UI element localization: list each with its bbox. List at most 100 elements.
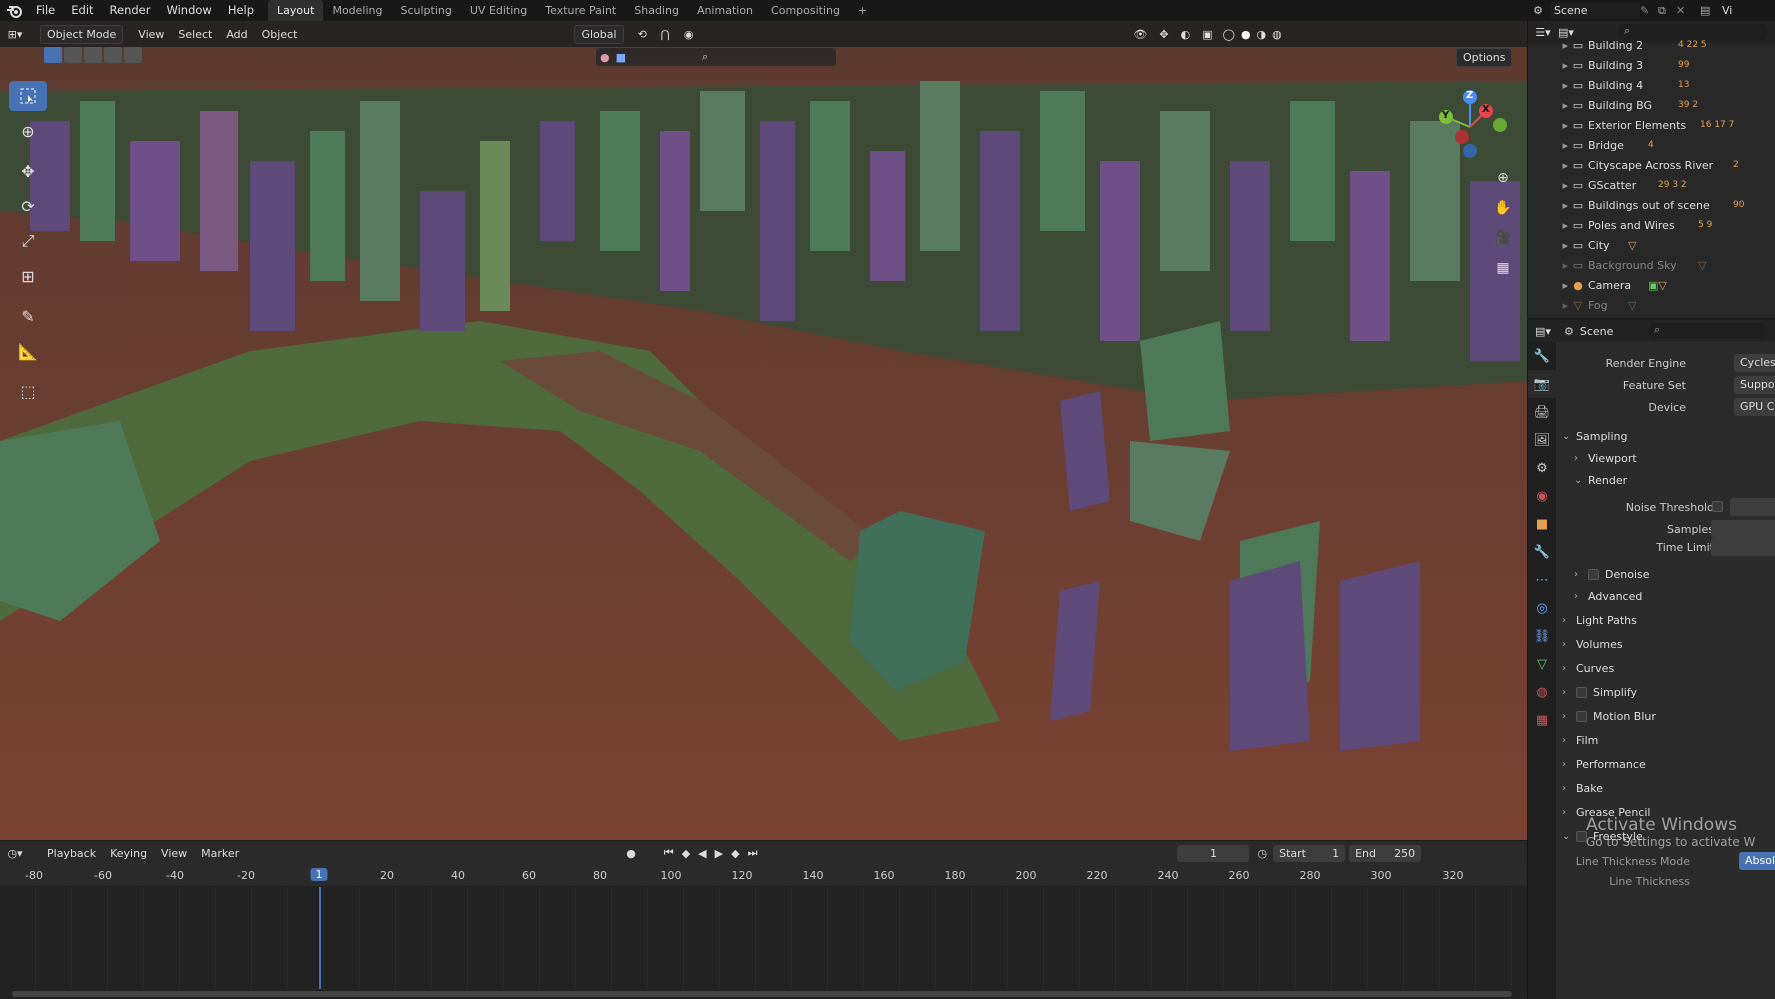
tool-scale-icon[interactable]: ⤢ <box>9 226 47 256</box>
motion-blur-panel-header[interactable]: › Motion Blur <box>1562 705 1771 727</box>
scene-icon[interactable]: ⚙ <box>1526 4 1550 17</box>
play-icon[interactable]: ▶ <box>715 847 723 860</box>
output-tab-icon[interactable]: 🖨 <box>1528 398 1556 426</box>
select-intersect-icon[interactable] <box>124 47 142 63</box>
simplify-checkbox[interactable] <box>1576 686 1587 698</box>
tool-move-icon[interactable]: ✥ <box>9 156 47 186</box>
play-reverse-icon[interactable]: ◀ <box>698 847 706 860</box>
data-tab-icon[interactable]: ▽ <box>1528 650 1556 678</box>
timeline-menu-keying[interactable]: Keying <box>103 847 154 860</box>
outliner-row[interactable]: ▸ ▭ Exterior Elements 16 17 7 <box>1528 115 1775 135</box>
outliner-row[interactable]: ▸ ▭ Building 3 99 <box>1528 55 1775 75</box>
proportional-edit-icon[interactable]: ◉ <box>684 28 694 41</box>
zoom-icon[interactable]: ⊕ <box>1491 166 1515 190</box>
tool-transform-icon[interactable]: ⊞ <box>9 261 47 291</box>
menu-help[interactable]: Help <box>220 0 262 21</box>
timeline-menu-marker[interactable]: Marker <box>194 847 246 860</box>
simplify-panel-header[interactable]: › Simplify <box>1562 681 1771 703</box>
viewport-menu-add[interactable]: Add <box>219 28 254 41</box>
overlay-toggle-icon[interactable]: ◐ <box>1181 28 1191 41</box>
tool-add-cube-icon[interactable]: ⬚ <box>9 376 47 406</box>
tool-cursor-icon[interactable]: ⊕ <box>9 116 47 146</box>
noise-threshold-field[interactable] <box>1730 498 1775 516</box>
world-tab-icon[interactable]: ◉ <box>1528 482 1556 510</box>
timeline-track-area[interactable] <box>0 887 1527 989</box>
orientation-dropdown[interactable]: Global <box>574 24 624 44</box>
menu-file[interactable]: File <box>28 0 63 21</box>
scene-name-field[interactable]: Scene <box>1550 2 1640 19</box>
viewport-menu-view[interactable]: View <box>131 28 171 41</box>
outliner-row[interactable]: ▸ ▭ Cityscape Across River 2 <box>1528 155 1775 175</box>
current-frame-field[interactable]: 1 <box>1177 844 1250 862</box>
constraints-tab-icon[interactable]: ⛓ <box>1528 622 1556 650</box>
solid-shading-icon[interactable]: ● <box>1241 28 1251 41</box>
render-subpanel-header[interactable]: ⌄ Render <box>1574 469 1771 491</box>
blender-logo-icon[interactable] <box>0 0 28 21</box>
scene-tab-icon[interactable]: ⚙ <box>1528 454 1556 482</box>
menu-render[interactable]: Render <box>102 0 159 21</box>
end-frame-field[interactable]: End 250 <box>1349 844 1422 862</box>
denoise-subpanel-header[interactable]: › Denoise <box>1574 563 1771 585</box>
select-extend-icon[interactable] <box>64 47 82 63</box>
rendered-shading-icon[interactable]: ◍ <box>1272 28 1282 41</box>
light-paths-panel-header[interactable]: › Light Paths <box>1562 609 1771 631</box>
current-frame-marker[interactable]: 1 <box>310 868 328 881</box>
select-subtract-icon[interactable] <box>84 47 102 63</box>
pin-icon[interactable]: ✎ <box>1640 4 1658 17</box>
performance-panel-header[interactable]: › Performance <box>1562 753 1771 775</box>
material-tab-icon[interactable]: ◍ <box>1528 678 1556 706</box>
record-icon[interactable]: ● <box>626 847 636 860</box>
outliner-row[interactable]: ▸ ▭ City ▽ <box>1528 235 1775 255</box>
device-dropdown[interactable]: GPU Compu <box>1734 398 1775 416</box>
timeline-editor-icon[interactable]: ◷▾ <box>0 847 30 860</box>
tool-annotate-icon[interactable]: ✎ <box>9 301 47 331</box>
physics-tab-icon[interactable]: ◎ <box>1528 594 1556 622</box>
viewport-menu-select[interactable]: Select <box>171 28 219 41</box>
outliner-row[interactable]: ▸ ● Camera ▣ ▽ <box>1528 275 1775 295</box>
new-scene-icon[interactable]: ⧉ <box>1658 4 1676 18</box>
ortho-grid-icon[interactable]: ▦ <box>1491 256 1515 280</box>
select-invert-icon[interactable] <box>104 47 122 63</box>
advanced-subpanel-header[interactable]: › Advanced <box>1574 585 1771 607</box>
tool-tab-icon[interactable]: 🔧 <box>1528 342 1556 370</box>
timeline-menu-playback[interactable]: Playback <box>40 847 103 860</box>
delete-scene-icon[interactable]: ✕ <box>1676 4 1694 17</box>
time-limit-field[interactable] <box>1711 538 1775 556</box>
modifier-tab-icon[interactable]: 🔧 <box>1528 538 1556 566</box>
view-layer-tab-icon[interactable]: 🖼 <box>1528 426 1556 454</box>
tab-sculpting[interactable]: Sculpting <box>392 0 461 21</box>
xray-icon[interactable]: ▣ <box>1202 28 1212 41</box>
tab-compositing[interactable]: Compositing <box>762 0 849 21</box>
outliner-row[interactable]: ▸ ▭ GScatter 29 3 2 <box>1528 175 1775 195</box>
denoise-checkbox[interactable] <box>1588 568 1599 580</box>
next-keyframe-icon[interactable]: ◆ <box>731 847 739 860</box>
view-layer-icon[interactable]: ▤ <box>1700 4 1722 17</box>
search-icon[interactable]: ⌕ <box>702 50 708 64</box>
frame-ruler[interactable]: -80 -60 -40 -20 1 20 40 60 80 100 120 14… <box>0 865 1527 887</box>
tab-animation[interactable]: Animation <box>688 0 762 21</box>
render-tab-icon[interactable]: 📷 <box>1528 370 1556 398</box>
viewport-menu-object[interactable]: Object <box>255 28 305 41</box>
film-panel-header[interactable]: › Film <box>1562 729 1771 751</box>
texture-tab-icon[interactable]: ▦ <box>1528 706 1556 734</box>
navigation-gizmo[interactable]: Z Y X <box>1430 87 1510 167</box>
editor-type-icon[interactable]: ⊞▾ <box>0 28 30 41</box>
outliner-row[interactable]: ▸ ▽ Fog ▽ <box>1528 295 1775 315</box>
timeline-menu-view[interactable]: View <box>154 847 194 860</box>
outliner-row[interactable]: ▸ ▭ Buildings out of scene 90 <box>1528 195 1775 215</box>
motion-blur-checkbox[interactable] <box>1576 710 1587 722</box>
snap-icon[interactable]: ⋂ <box>661 28 670 41</box>
timeline-scrollbar[interactable] <box>12 991 1512 997</box>
tab-uv-editing[interactable]: UV Editing <box>461 0 536 21</box>
mode-dropdown[interactable]: Object Mode <box>40 24 124 44</box>
outliner-row[interactable]: ▸ ▭ Building BG 39 2 <box>1528 95 1775 115</box>
viewport-subpanel-header[interactable]: › Viewport <box>1574 447 1771 469</box>
sampling-panel-header[interactable]: ⌄ Sampling <box>1562 425 1771 447</box>
color-overlay-icon[interactable]: ● <box>600 51 610 64</box>
outliner-row[interactable]: ▸ ▭ Building 4 13 <box>1528 75 1775 95</box>
material-shading-icon[interactable]: ◑ <box>1257 28 1267 41</box>
tab-shading[interactable]: Shading <box>625 0 688 21</box>
volumes-panel-header[interactable]: › Volumes <box>1562 633 1771 655</box>
jump-start-icon[interactable]: ⏮ <box>664 846 674 860</box>
tool-measure-icon[interactable]: 📐 <box>9 336 47 366</box>
